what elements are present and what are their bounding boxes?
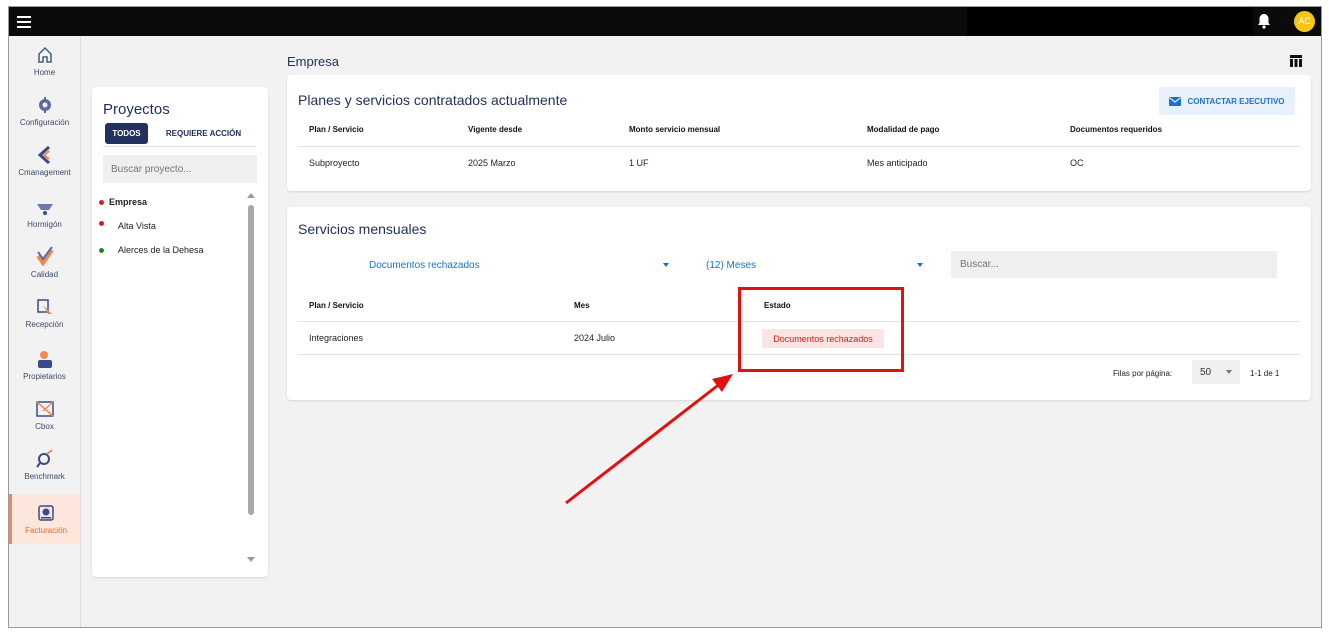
- column-header: Plan / Servicio: [309, 301, 364, 310]
- nav-item-propietarios[interactable]: Propietarios: [9, 340, 80, 390]
- column-header: Mes: [574, 301, 590, 310]
- nav-item-recepcion[interactable]: Recepción: [9, 288, 80, 338]
- annotation-highlight-box: [738, 287, 904, 372]
- nav-label: Calidad: [30, 270, 59, 279]
- contact-button-label: CONTACTAR EJECUTIVO: [1187, 96, 1285, 106]
- chevron-down-icon: [663, 263, 669, 267]
- tab-todos[interactable]: TODOS: [105, 123, 148, 144]
- projects-title: Proyectos: [103, 101, 170, 118]
- project-list-scrollbar[interactable]: [246, 193, 256, 571]
- home-icon: [37, 46, 52, 63]
- nav-label: Benchmark: [24, 472, 65, 481]
- nav-item-cmanagement[interactable]: Cmanagement: [9, 136, 80, 186]
- project-name: Empresa: [109, 197, 148, 207]
- status-filter-select[interactable]: Documentos rechazados: [369, 251, 669, 279]
- left-nav: Home Configuración Cmanagement Hormigón …: [9, 36, 81, 627]
- rows-per-page-value: 50: [1200, 366, 1212, 378]
- nav-item-cbox[interactable]: Cbox: [9, 390, 80, 440]
- status-filter-value: Documentos rechazados: [369, 259, 480, 271]
- menu-icon[interactable]: [17, 13, 31, 29]
- projects-panel: Proyectos TODOS REQUIERE ACCIÓN Empresa …: [92, 87, 268, 577]
- nav-item-home[interactable]: Home: [9, 36, 80, 86]
- wheelbarrow-icon: [36, 204, 53, 215]
- pagination-range: 1-1 de 1: [1250, 369, 1280, 378]
- table-cell: 1 UF: [629, 158, 649, 168]
- nav-item-benchmark[interactable]: Benchmark: [9, 440, 80, 490]
- topbar-redacted-area: [967, 7, 1253, 36]
- nav-label: Hormigón: [27, 220, 62, 229]
- app-window: AC Home Configuración Cmanagement Hormig…: [8, 6, 1322, 628]
- period-filter-select[interactable]: (12) Meses: [706, 251, 936, 279]
- nav-item-configuracion[interactable]: Configuración: [9, 86, 80, 136]
- plans-card: Planes y servicios contratados actualmen…: [287, 75, 1311, 191]
- table-cell: Integraciones: [309, 333, 364, 343]
- nav-item-facturacion[interactable]: Facturación: [9, 494, 80, 544]
- chevron-down-icon: [1226, 370, 1232, 374]
- bell-icon[interactable]: [1256, 13, 1272, 29]
- tabs-divider: [103, 146, 256, 147]
- project-name: Alta Vista: [118, 221, 156, 231]
- cmanagement-icon: [37, 145, 50, 165]
- nav-label: Propietarios: [23, 372, 66, 381]
- scroll-down-arrow[interactable]: [247, 557, 255, 562]
- billing-icon: [38, 505, 54, 521]
- nav-label: Cmanagement: [18, 168, 71, 177]
- owners-icon: [37, 351, 52, 368]
- benchmark-icon: [35, 449, 53, 468]
- plans-title: Planes y servicios contratados actualmen…: [298, 92, 568, 108]
- project-item-alta-vista[interactable]: Alta Vista: [99, 214, 204, 238]
- table-cell: Subproyecto: [309, 158, 360, 168]
- period-filter-value: (12) Meses: [706, 259, 757, 271]
- row-divider: [298, 146, 1300, 147]
- mail-icon: [1169, 96, 1182, 106]
- nav-label: Recepción: [25, 320, 64, 329]
- project-name: Alerces de la Dehesa: [118, 245, 204, 255]
- nav-label: Home: [33, 68, 56, 77]
- nav-label: Cbox: [35, 422, 54, 431]
- table-cell: 2025 Marzo: [468, 158, 516, 168]
- nav-item-calidad[interactable]: Calidad: [9, 238, 80, 288]
- column-header: Documentos requeridos: [1070, 125, 1163, 134]
- scroll-up-arrow[interactable]: [247, 193, 255, 198]
- avatar[interactable]: AC: [1294, 11, 1315, 32]
- quality-check-icon: [35, 246, 54, 267]
- table-layout-icon[interactable]: [1290, 55, 1302, 67]
- tab-requiere-accion[interactable]: REQUIERE ACCIÓN: [152, 123, 255, 144]
- nav-item-hormigon[interactable]: Hormigón: [9, 188, 80, 238]
- table-cell: OC: [1070, 158, 1084, 168]
- column-header: Modalidad de pago: [867, 125, 940, 134]
- chevron-down-icon: [917, 263, 923, 267]
- project-search-input[interactable]: [103, 155, 257, 183]
- project-item-alerces[interactable]: Alerces de la Dehesa: [99, 238, 204, 262]
- table-cell: 2024 Julio: [574, 333, 616, 343]
- top-bar: AC: [9, 7, 1321, 36]
- services-search-input[interactable]: [951, 251, 1277, 278]
- page-title: Empresa: [287, 54, 340, 69]
- status-dot: [99, 247, 104, 253]
- rows-per-page-label: Filas por página:: [1113, 369, 1173, 378]
- column-header: Plan / Servicio: [309, 125, 364, 134]
- reception-icon: [36, 299, 52, 314]
- scroll-thumb[interactable]: [248, 205, 254, 515]
- nav-label: Facturación: [25, 526, 67, 535]
- table-cell: Mes anticipado: [867, 158, 928, 168]
- contact-executive-button[interactable]: CONTACTAR EJECUTIVO: [1159, 87, 1295, 115]
- project-list: Empresa Alta Vista Alerces de la Dehesa: [99, 190, 204, 262]
- nav-label: Configuración: [19, 118, 70, 127]
- gear-icon: [38, 97, 51, 113]
- cbox-icon: [35, 401, 54, 417]
- column-header: Vigente desde: [468, 125, 523, 134]
- rows-per-page-select[interactable]: 50: [1192, 360, 1240, 384]
- monthly-services-title: Servicios mensuales: [298, 221, 427, 237]
- project-item-empresa[interactable]: Empresa: [99, 190, 204, 214]
- status-dot: [99, 220, 104, 226]
- status-dot: [99, 199, 104, 205]
- column-header: Monto servicio mensual: [629, 125, 721, 134]
